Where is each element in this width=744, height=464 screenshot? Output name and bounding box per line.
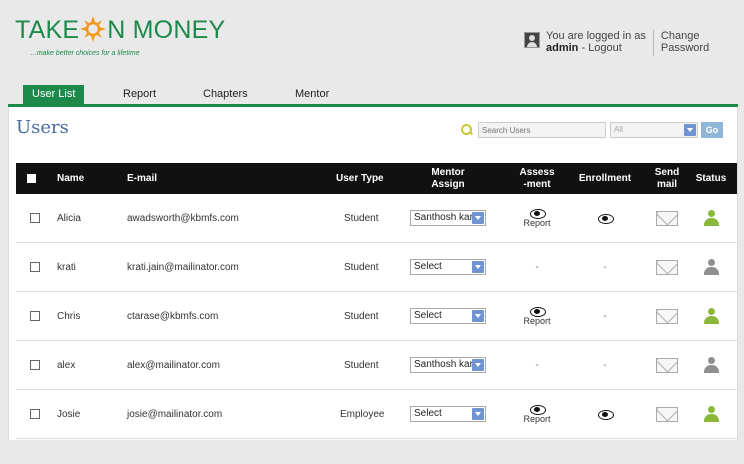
status-active-icon[interactable] [703,308,719,324]
main-panel: Users All Go Name E-mail User Type Mento… [8,107,738,440]
brand-logo[interactable]: TAKE N MONEY ...make better choices for … [15,16,225,57]
mail-icon[interactable] [656,406,678,422]
select-all-checkbox[interactable] [27,174,36,183]
enrollment-empty: - [603,310,607,322]
table-header: Name E-mail User Type Mentor Assign Asses… [16,163,737,194]
row-user-type: Student [344,212,379,224]
enrollment-empty: - [603,359,607,371]
enrollment-empty: - [603,261,607,273]
assessment-report-link[interactable]: Report [523,306,551,326]
brand-tagline: ...make better choices for a lifetime [31,50,140,57]
page-title: Users [16,117,69,138]
row-name: Alicia [57,212,81,224]
mail-icon[interactable] [656,210,678,226]
logged-in-text: You are logged in as admin - Logout [546,30,646,54]
col-user-type[interactable]: User Type [336,163,384,194]
username: admin [546,42,579,54]
eye-icon [529,208,546,219]
go-button[interactable]: Go [701,122,723,138]
mentor-select[interactable]: Santhosh kar [410,210,486,226]
row-user-type: Student [344,359,379,371]
mentor-select[interactable]: Select [410,308,486,324]
row-email: josie@mailinator.com [127,408,223,420]
logo-text-take: TAKE [15,16,80,44]
eye-icon[interactable] [597,213,614,224]
chevron-down-icon [472,359,484,371]
mentor-select[interactable]: Santhosh kar [410,357,486,373]
sun-icon [80,16,107,42]
table-row: krati krati.jain@mailinator.com Student … [16,243,737,292]
mentor-select[interactable]: Select [410,406,486,422]
logout-link[interactable]: Logout [588,42,622,54]
user-avatar-icon [524,32,540,48]
mail-icon[interactable] [656,308,678,324]
main-nav: User List Report Chapters Mentor [0,83,744,107]
status-inactive-icon[interactable] [703,357,719,373]
col-enrollment[interactable]: Enrollment [574,163,636,194]
table-row: Josie josie@mailinator.com Employee Sele… [16,390,737,439]
col-mentor-assign[interactable]: Mentor Assign [408,163,488,194]
mentor-select[interactable]: Select [410,259,486,275]
assessment-empty: - [535,359,539,371]
row-user-type: Employee [340,408,385,420]
user-filter-select[interactable]: All [610,122,698,138]
assessment-empty: - [535,261,539,273]
tab-report[interactable]: Report [123,85,156,104]
mail-icon[interactable] [656,259,678,275]
account-info: You are logged in as admin - Logout Chan… [524,30,709,56]
row-user-type: Student [344,261,379,273]
tab-chapters[interactable]: Chapters [203,85,248,104]
row-checkbox[interactable] [30,360,40,370]
col-send-mail[interactable]: Send mail [649,163,685,194]
chevron-down-icon [472,408,484,420]
row-name: Josie [57,408,81,420]
row-checkbox[interactable] [30,213,40,223]
assessment-report-link[interactable]: Report [523,404,551,424]
change-password-link[interactable]: Change Password [661,30,709,56]
select-all-cell [27,163,36,194]
row-email: ctarase@kbmfs.com [127,310,219,322]
col-email[interactable]: E-mail [127,163,157,194]
row-checkbox[interactable] [30,409,40,419]
search-input[interactable] [478,122,606,138]
table-row: Chris ctarase@kbmfs.com Student Select R… [16,292,737,341]
search-bar: All Go [461,122,723,138]
row-checkbox[interactable] [30,311,40,321]
header-divider [652,30,654,56]
row-email: awadsworth@kbmfs.com [127,212,239,224]
assessment-report-link[interactable]: Report [523,208,551,228]
chevron-down-icon [684,124,696,136]
logo-text-money: N MONEY [107,16,226,44]
search-icon [461,124,473,136]
row-name: krati [57,261,76,273]
status-active-icon[interactable] [703,406,719,422]
status-inactive-icon[interactable] [703,259,719,275]
row-user-type: Student [344,310,379,322]
table-row: alex alex@mailinator.com Student Santhos… [16,341,737,390]
row-name: Chris [57,310,81,322]
col-status[interactable]: Status [692,163,730,194]
table-row: Alicia awadsworth@kbmfs.com Student Sant… [16,194,737,243]
tab-mentor[interactable]: Mentor [295,85,329,104]
tab-user-list[interactable]: User List [23,85,85,104]
eye-icon[interactable] [597,409,614,420]
col-assessment[interactable]: Assess -ment [512,163,562,194]
mail-icon[interactable] [656,357,678,373]
status-active-icon[interactable] [703,210,719,226]
chevron-down-icon [472,212,484,224]
eye-icon [529,306,546,317]
col-name[interactable]: Name [57,163,84,194]
chevron-down-icon [472,310,484,322]
row-email: krati.jain@mailinator.com [127,261,239,273]
chevron-down-icon [472,261,484,273]
eye-icon [529,404,546,415]
row-email: alex@mailinator.com [127,359,220,371]
row-name: alex [57,359,76,371]
row-checkbox[interactable] [30,262,40,272]
